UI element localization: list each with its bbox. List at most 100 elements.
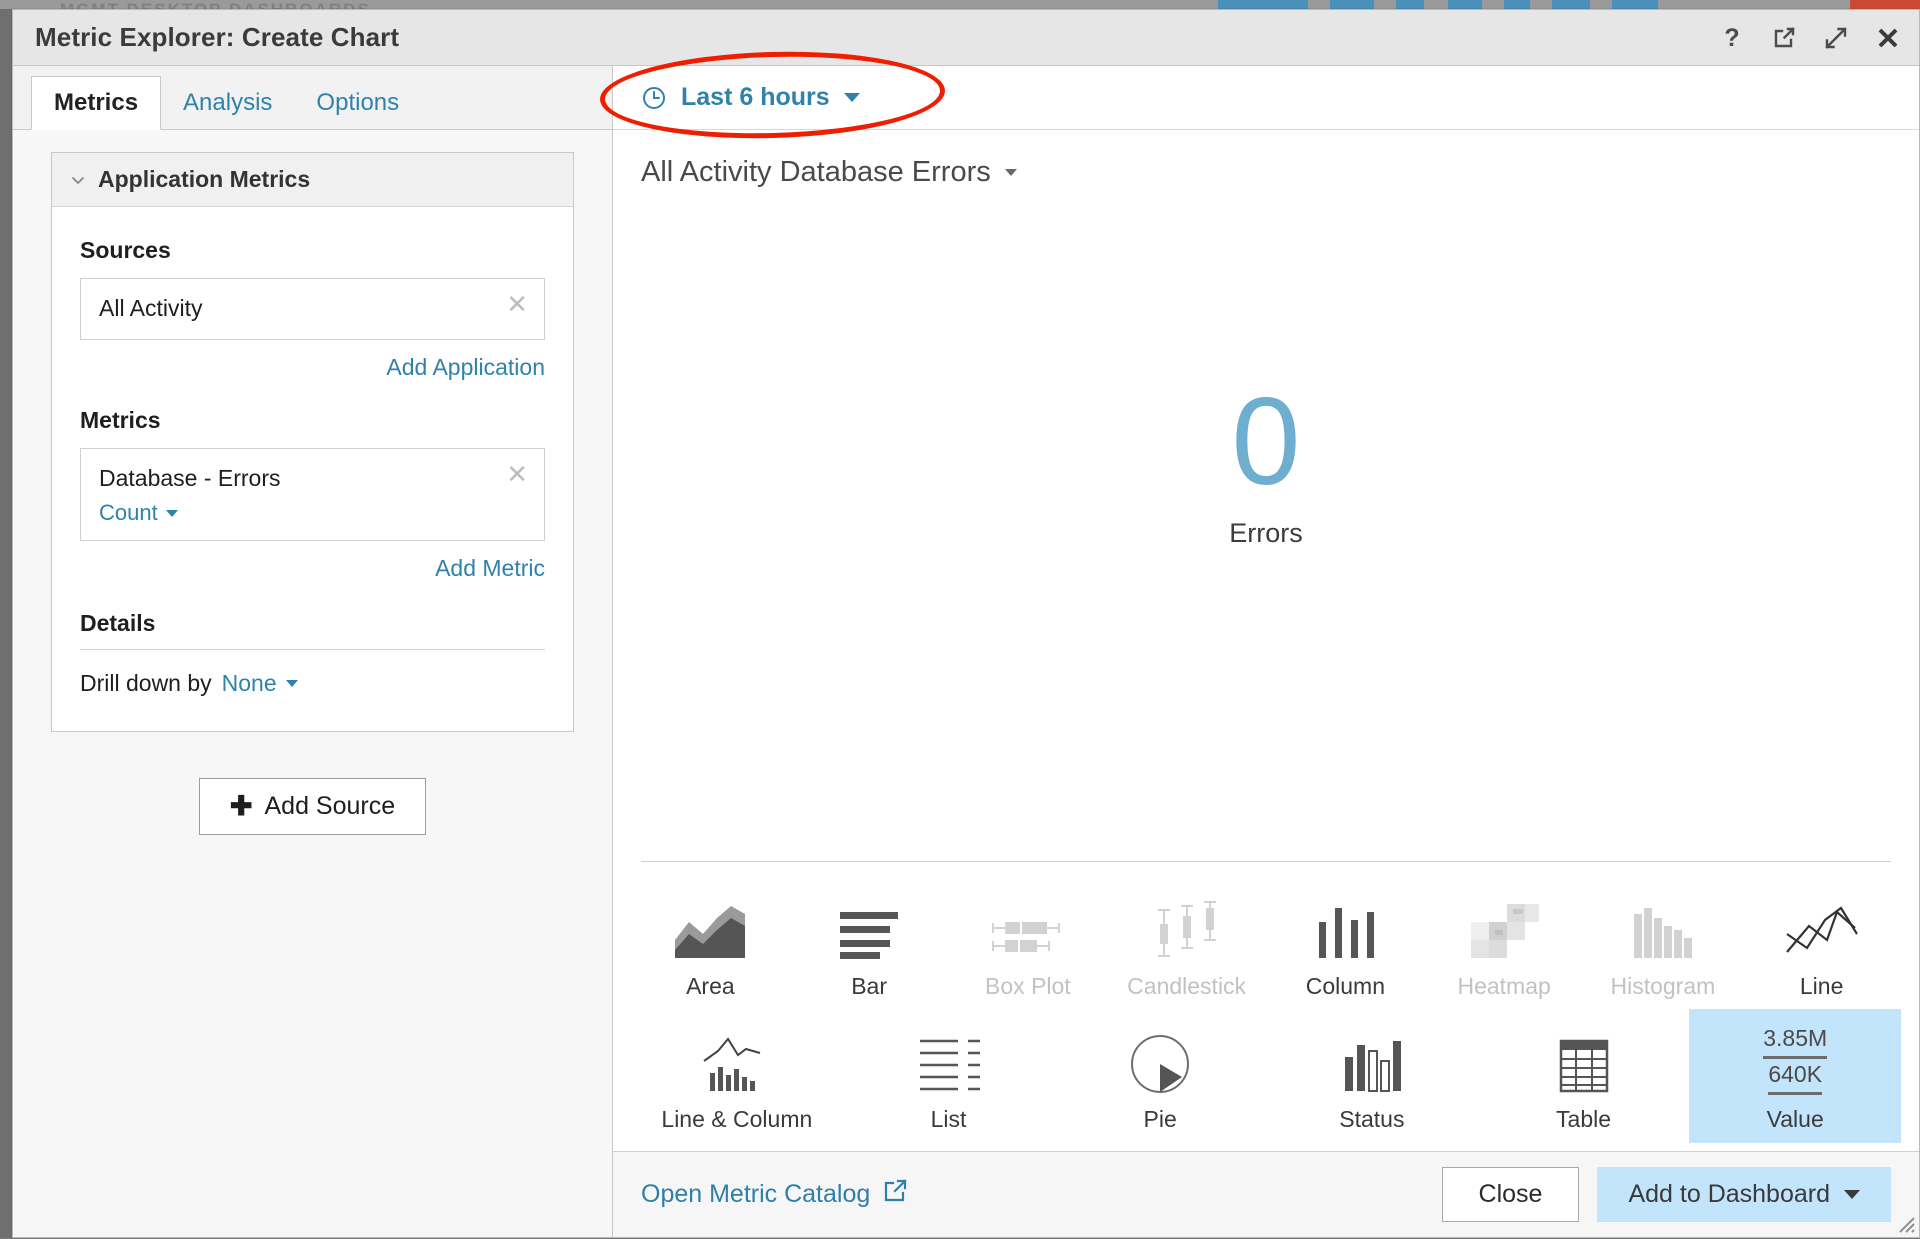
- chevron-down-icon: [1844, 1190, 1860, 1199]
- chevron-down-icon: [844, 93, 860, 102]
- background-toolbar-button: [1612, 0, 1658, 9]
- add-to-dashboard-label: Add to Dashboard: [1628, 1180, 1830, 1209]
- viz-option-list[interactable]: List: [843, 1009, 1055, 1143]
- tab-bar: Metrics Analysis Options: [13, 66, 612, 130]
- metric-explorer-dialog: Metric Explorer: Create Chart ?: [12, 9, 1920, 1238]
- table-icon: [1541, 1023, 1627, 1095]
- add-source-button[interactable]: ✚ Add Source: [199, 778, 426, 835]
- viz-option-value[interactable]: 3.85M 640K Value: [1689, 1009, 1901, 1143]
- line-column-chart-icon: [694, 1023, 780, 1095]
- drill-down-value: None: [222, 670, 277, 697]
- visualization-type-picker: Area Bar: [613, 862, 1919, 1152]
- config-scroll-area: Application Metrics Sources All Activity…: [13, 130, 612, 1237]
- viz-option-line-and-column[interactable]: Line & Column: [631, 1009, 843, 1143]
- metric-aggregation-dropdown[interactable]: Count: [99, 500, 178, 526]
- metric-item[interactable]: Database - Errors ✕ Count: [80, 448, 545, 541]
- viz-option-list-label: List: [931, 1107, 967, 1133]
- value-label: Errors: [1229, 518, 1303, 549]
- viz-option-heatmap-label: Heatmap: [1457, 974, 1550, 1000]
- tab-metrics-label: Metrics: [54, 89, 138, 117]
- column-chart-icon: [1302, 890, 1388, 962]
- viz-option-column[interactable]: Column: [1266, 876, 1425, 1010]
- viz-option-value-label: Value: [1767, 1107, 1824, 1133]
- bar-chart-icon: [826, 890, 912, 962]
- add-metric-link[interactable]: Add Metric: [80, 555, 545, 582]
- close-button[interactable]: Close: [1442, 1167, 1580, 1222]
- chevron-down-icon[interactable]: [70, 172, 86, 188]
- source-item[interactable]: All Activity ✕: [80, 278, 545, 340]
- expand-icon[interactable]: [1823, 25, 1849, 51]
- help-icon[interactable]: ?: [1719, 25, 1745, 51]
- value-tile-icon: 3.85M 640K: [1763, 1023, 1827, 1095]
- line-chart-icon: [1779, 890, 1865, 962]
- dialog-title: Metric Explorer: Create Chart: [35, 22, 399, 53]
- viz-option-area[interactable]: Area: [631, 876, 790, 1010]
- add-source-row: ✚ Add Source: [51, 778, 574, 835]
- open-metric-catalog-label: Open Metric Catalog: [641, 1180, 870, 1209]
- viz-option-status-label: Status: [1339, 1107, 1404, 1133]
- drill-down-row: Drill down by None: [80, 670, 545, 697]
- time-range-picker[interactable]: Last 6 hours: [641, 83, 860, 112]
- viz-option-line-and-column-label: Line & Column: [661, 1107, 812, 1133]
- time-range-bar: Last 6 hours: [613, 66, 1919, 130]
- value-tile-sample-top: 3.85M: [1763, 1023, 1827, 1059]
- chart-title-row[interactable]: All Activity Database Errors: [613, 130, 1919, 189]
- dialog-titlebar: Metric Explorer: Create Chart ?: [13, 10, 1919, 66]
- drill-down-dropdown[interactable]: None: [222, 670, 298, 697]
- area-chart-icon: [667, 890, 753, 962]
- viz-option-line[interactable]: Line: [1742, 876, 1901, 1010]
- popout-icon[interactable]: [1771, 25, 1797, 51]
- application-metrics-card: Application Metrics Sources All Activity…: [51, 152, 574, 732]
- chart-preview-panel: Last 6 hours All Activity Database Error…: [613, 66, 1919, 1237]
- remove-metric-icon[interactable]: ✕: [506, 461, 528, 487]
- viz-option-bar-label: Bar: [851, 974, 887, 1000]
- viz-option-bar[interactable]: Bar: [790, 876, 949, 1010]
- chevron-down-icon[interactable]: [1005, 169, 1017, 176]
- application-metrics-title: Application Metrics: [98, 166, 310, 193]
- application-metrics-header[interactable]: Application Metrics: [52, 153, 573, 207]
- viz-option-histogram-label: Histogram: [1610, 974, 1715, 1000]
- titlebar-actions: ?: [1719, 10, 1901, 66]
- viz-row-1: Area Bar: [631, 876, 1901, 1010]
- viz-option-status[interactable]: Status: [1266, 1009, 1478, 1143]
- box-plot-icon: [985, 890, 1071, 962]
- external-link-icon: [882, 1178, 908, 1211]
- viz-option-area-label: Area: [686, 974, 735, 1000]
- chart-title: All Activity Database Errors: [641, 156, 991, 189]
- metrics-heading: Metrics: [80, 407, 545, 434]
- chevron-down-icon: [286, 680, 298, 687]
- open-metric-catalog-link[interactable]: Open Metric Catalog: [641, 1178, 908, 1211]
- status-chart-icon: [1329, 1023, 1415, 1095]
- details-heading: Details: [80, 610, 545, 650]
- drill-down-label: Drill down by: [80, 670, 212, 697]
- viz-option-line-label: Line: [1800, 974, 1843, 1000]
- remove-source-icon[interactable]: ✕: [506, 291, 528, 317]
- chevron-down-icon: [166, 510, 178, 517]
- tab-options[interactable]: Options: [294, 76, 421, 130]
- tab-analysis-label: Analysis: [183, 89, 272, 117]
- viz-option-candlestick-label: Candlestick: [1127, 974, 1246, 1000]
- close-button-label: Close: [1479, 1180, 1543, 1208]
- candlestick-chart-icon: [1144, 890, 1230, 962]
- viz-option-histogram: Histogram: [1584, 876, 1743, 1010]
- background-left-strip: [0, 9, 12, 1238]
- close-icon[interactable]: [1875, 25, 1901, 51]
- viz-option-table[interactable]: Table: [1478, 1009, 1690, 1143]
- add-application-link[interactable]: Add Application: [80, 354, 545, 381]
- dialog-body: Metrics Analysis Options: [13, 66, 1919, 1237]
- add-to-dashboard-button[interactable]: Add to Dashboard: [1597, 1167, 1891, 1222]
- source-item-name: All Activity: [99, 295, 526, 322]
- sources-heading: Sources: [80, 237, 545, 264]
- background-toolbar-button-alert: [1850, 0, 1920, 9]
- viz-option-pie[interactable]: Pie: [1054, 1009, 1266, 1143]
- viz-option-pie-label: Pie: [1144, 1107, 1177, 1133]
- resize-grip[interactable]: [1894, 1212, 1916, 1234]
- left-config-panel: Metrics Analysis Options: [13, 66, 613, 1237]
- plus-icon: ✚: [230, 793, 253, 820]
- value-visualization: 0 Errors: [1229, 384, 1303, 549]
- tab-metrics[interactable]: Metrics: [31, 76, 161, 130]
- metric-aggregation-label: Count: [99, 500, 158, 526]
- tab-options-label: Options: [316, 89, 399, 117]
- tab-analysis[interactable]: Analysis: [161, 76, 294, 130]
- viz-option-table-label: Table: [1556, 1107, 1611, 1133]
